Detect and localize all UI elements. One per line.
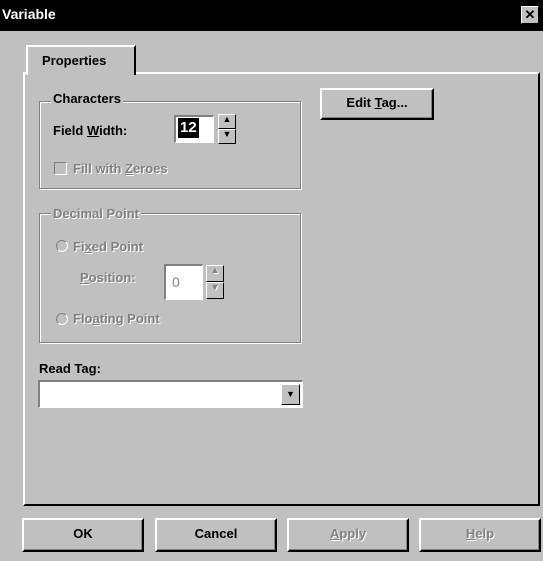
cancel-label: Cancel xyxy=(194,526,238,541)
help-label: Help xyxy=(465,526,495,541)
apply-label: Apply xyxy=(329,526,367,541)
field-width-label: Field Width: xyxy=(53,123,128,138)
arrow-down-icon: ▼ xyxy=(222,129,232,139)
help-button[interactable]: Help xyxy=(419,518,541,552)
fixed-point-radio[interactable] xyxy=(56,240,68,252)
close-icon: ✕ xyxy=(524,7,536,22)
apply-button[interactable]: Apply xyxy=(287,518,409,552)
read-tag-label: Read Tag: xyxy=(39,361,101,376)
window-title: Variable xyxy=(2,6,56,22)
position-label: Position: xyxy=(80,270,136,285)
arrow-up-icon: ▲ xyxy=(222,114,232,124)
tab-properties-label: Properties xyxy=(42,53,107,68)
position-down-button[interactable]: ▼ xyxy=(206,282,224,299)
cancel-button[interactable]: Cancel xyxy=(155,518,277,552)
field-width-up-button[interactable]: ▲ xyxy=(218,114,236,129)
field-width-input[interactable]: 12 xyxy=(174,115,214,143)
position-value: 0 xyxy=(172,274,180,290)
arrow-down-icon: ▼ xyxy=(210,282,220,292)
chevron-down-icon: ▼ xyxy=(286,389,295,399)
position-input[interactable]: 0 xyxy=(164,264,203,300)
decimal-point-group-title: Decimal Point xyxy=(51,206,141,221)
arrow-up-icon: ▲ xyxy=(210,265,220,275)
floating-point-label: Floating Point xyxy=(73,311,160,326)
edit-tag-button[interactable]: Edit Tag... xyxy=(320,88,434,120)
fill-zeroes-label: Fill with Zeroes xyxy=(73,161,168,176)
edit-tag-label: Edit Tag... xyxy=(346,95,408,110)
title-bar: Variable ✕ xyxy=(0,0,543,31)
floating-point-radio[interactable] xyxy=(56,313,68,325)
position-up-button[interactable]: ▲ xyxy=(206,265,224,282)
ok-button[interactable]: OK xyxy=(22,518,144,552)
field-width-value: 12 xyxy=(178,118,199,138)
ok-label: OK xyxy=(73,526,93,541)
close-button[interactable]: ✕ xyxy=(521,6,539,24)
fill-zeroes-checkbox[interactable] xyxy=(54,162,67,175)
characters-group-title: Characters xyxy=(51,91,123,106)
field-width-down-button[interactable]: ▼ xyxy=(218,129,236,144)
read-tag-combobox[interactable]: ▼ xyxy=(38,380,303,408)
read-tag-dropdown-button[interactable]: ▼ xyxy=(281,384,300,405)
fixed-point-label: Fixed Point xyxy=(73,239,144,254)
